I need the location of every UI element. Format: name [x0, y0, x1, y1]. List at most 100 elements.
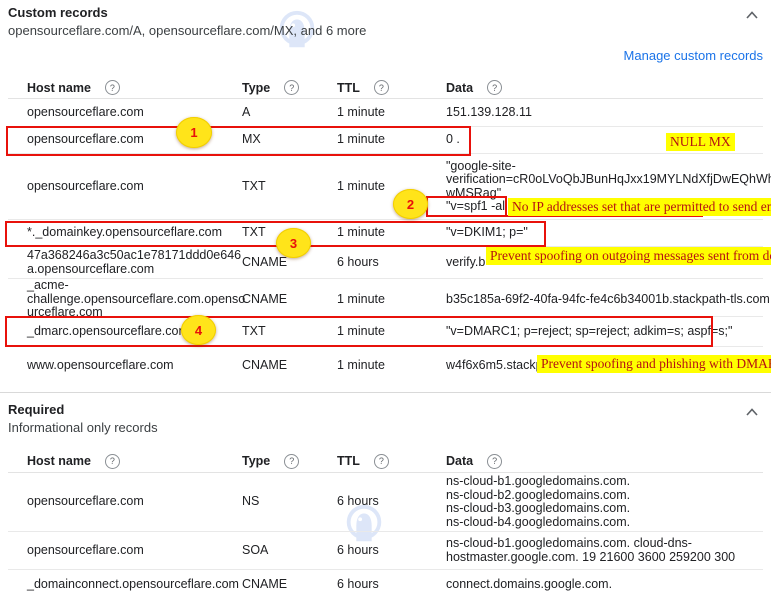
- type-cell: TXT: [242, 180, 337, 194]
- dns-records-page: Custom records opensourceflare.com/A, op…: [0, 0, 771, 600]
- table-row: 47a368246a3c50ac1e78171ddd0e646a.opensou…: [8, 247, 763, 279]
- ttl-cell-text: 6 hours: [337, 578, 446, 592]
- ttl-cell: 1 minute: [337, 106, 446, 120]
- type-cell-text: CNAME: [242, 578, 337, 592]
- data-cell: "v=DKIM1; p=": [446, 226, 763, 240]
- ttl-cell: 6 hours: [337, 256, 446, 270]
- ttl-cell-text: 6 hours: [337, 544, 446, 558]
- custom-records-rows: opensourceflare.comA1 minute151.139.128.…: [8, 99, 763, 384]
- data-cell-text: "v=DKIM1; p=": [446, 226, 763, 240]
- help-icon[interactable]: ?: [374, 80, 389, 95]
- column-header-data: Data ?: [446, 80, 763, 95]
- data-cell-text: ns-cloud-b2.googledomains.com.: [446, 489, 763, 503]
- ttl-cell-text: 1 minute: [337, 180, 446, 194]
- table-row: opensourceflare.comMX1 minute0 .: [8, 127, 763, 154]
- ttl-cell: 1 minute: [337, 293, 446, 307]
- help-icon[interactable]: ?: [284, 454, 299, 469]
- section-title-custom-records: Custom records: [8, 0, 763, 20]
- type-cell: CNAME: [242, 578, 337, 592]
- ttl-cell-text: 1 minute: [337, 293, 446, 307]
- required-records-table: Host name ? Type ? TTL ? Data ? opensour…: [8, 450, 763, 600]
- help-icon[interactable]: ?: [105, 80, 120, 95]
- collapse-chevron-up-icon[interactable]: [743, 8, 761, 22]
- host-cell: 47a368246a3c50ac1e78171ddd0e646a.opensou…: [27, 249, 242, 276]
- data-cell-text: w4f6x6m5.stackp: [446, 359, 763, 373]
- help-icon[interactable]: ?: [105, 454, 120, 469]
- data-cell-text: 0 .: [446, 133, 763, 147]
- host-cell-text: opensourceflare.com: [27, 180, 242, 194]
- data-cell-text: hostmaster.google.com. 19 21600 3600 259…: [446, 551, 763, 565]
- host-cell-text: _dmarc.opensourceflare.com: [27, 325, 242, 339]
- host-name-header-label: Host name: [27, 454, 91, 468]
- help-icon[interactable]: ?: [284, 80, 299, 95]
- table-row: _acme-challenge.opensourceflare.com.open…: [8, 279, 763, 317]
- data-cell-text: b35c185a-69f2-40fa-94fc-fe4c6b34001b.sta…: [446, 293, 771, 307]
- type-cell-text: NS: [242, 495, 337, 509]
- ttl-cell: 1 minute: [337, 133, 446, 147]
- host-name-header-label: Host name: [27, 81, 91, 95]
- ttl-header-label: TTL: [337, 454, 360, 468]
- type-cell: TXT: [242, 226, 337, 240]
- ttl-cell: 1 minute: [337, 226, 446, 240]
- table-row: *._domainkey.opensourceflare.comTXT1 min…: [8, 220, 763, 247]
- ttl-cell-text: 1 minute: [337, 325, 446, 339]
- host-cell: _domainconnect.opensourceflare.com: [27, 578, 242, 592]
- table-row: opensourceflare.comNS6 hoursns-cloud-b1.…: [8, 473, 763, 532]
- host-cell-text: challenge.opensourceflare.com.openso: [27, 293, 242, 307]
- help-icon[interactable]: ?: [374, 454, 389, 469]
- table-row: _domainconnect.opensourceflare.comCNAME6…: [8, 570, 763, 600]
- ttl-cell: 6 hours: [337, 544, 446, 558]
- host-cell: www.opensourceflare.com: [27, 359, 242, 373]
- table-row: opensourceflare.comTXT1 minute"google-si…: [8, 154, 763, 220]
- data-cell: "v=DMARC1; p=reject; sp=reject; adkim=s;…: [446, 325, 763, 339]
- type-cell: CNAME: [242, 293, 337, 307]
- type-cell: MX: [242, 133, 337, 147]
- column-header-data: Data ?: [446, 454, 763, 469]
- custom-records-section: Custom records opensourceflare.com/A, op…: [0, 0, 771, 384]
- type-cell-text: TXT: [242, 226, 337, 240]
- ttl-cell-text: 6 hours: [337, 256, 446, 270]
- data-cell: ns-cloud-b1.googledomains.com. cloud-dns…: [446, 537, 763, 564]
- host-cell: _dmarc.opensourceflare.com: [27, 325, 242, 339]
- column-header-host-name: Host name ?: [27, 454, 242, 469]
- manage-custom-records-link[interactable]: Manage custom records: [624, 48, 763, 63]
- type-header-label: Type: [242, 81, 270, 95]
- data-cell: 151.139.128.11: [446, 106, 763, 120]
- host-cell-text: opensourceflare.com: [27, 133, 242, 147]
- type-cell-text: TXT: [242, 325, 337, 339]
- help-icon[interactable]: ?: [487, 454, 502, 469]
- type-cell-text: CNAME: [242, 256, 337, 270]
- host-cell: opensourceflare.com: [27, 106, 242, 120]
- table-row: www.opensourceflare.comCNAME1 minutew4f6…: [8, 347, 763, 384]
- host-cell-text: opensourceflare.com: [27, 106, 242, 120]
- type-cell-text: SOA: [242, 544, 337, 558]
- host-cell: opensourceflare.com: [27, 133, 242, 147]
- host-cell-text: www.opensourceflare.com: [27, 359, 242, 373]
- type-cell-text: A: [242, 106, 337, 120]
- type-cell: SOA: [242, 544, 337, 558]
- data-cell-text: ns-cloud-b3.googledomains.com.: [446, 502, 763, 516]
- host-cell-text: opensourceflare.com: [27, 495, 242, 509]
- required-records-section: Required Informational only records Host…: [0, 393, 771, 600]
- data-cell-text: verification=cR0oLVoQbJBunHqJxx19MYLNdXf…: [446, 173, 771, 187]
- type-cell-text: MX: [242, 133, 337, 147]
- data-cell-text: wMSRag": [446, 187, 771, 201]
- data-header-label: Data: [446, 454, 473, 468]
- data-cell: verify.b: [446, 256, 763, 270]
- data-header-label: Data: [446, 81, 473, 95]
- column-header-ttl: TTL ?: [337, 454, 446, 469]
- host-cell-text: _domainconnect.opensourceflare.com: [27, 578, 242, 592]
- table-header: Host name ? Type ? TTL ? Data ?: [8, 450, 763, 473]
- type-cell-text: CNAME: [242, 293, 337, 307]
- table-row: opensourceflare.comSOA6 hoursns-cloud-b1…: [8, 532, 763, 570]
- help-icon[interactable]: ?: [487, 80, 502, 95]
- table-header: Host name ? Type ? TTL ? Data ?: [8, 77, 763, 99]
- ttl-cell-text: 1 minute: [337, 106, 446, 120]
- host-cell: *._domainkey.opensourceflare.com: [27, 226, 242, 240]
- data-cell-text: "google-site-: [446, 160, 771, 174]
- collapse-chevron-up-icon[interactable]: [743, 405, 761, 419]
- data-cell-text: ns-cloud-b4.googledomains.com.: [446, 516, 763, 530]
- type-cell: CNAME: [242, 359, 337, 373]
- host-cell: _acme-challenge.opensourceflare.com.open…: [27, 279, 242, 320]
- host-cell-text: *._domainkey.opensourceflare.com: [27, 226, 242, 240]
